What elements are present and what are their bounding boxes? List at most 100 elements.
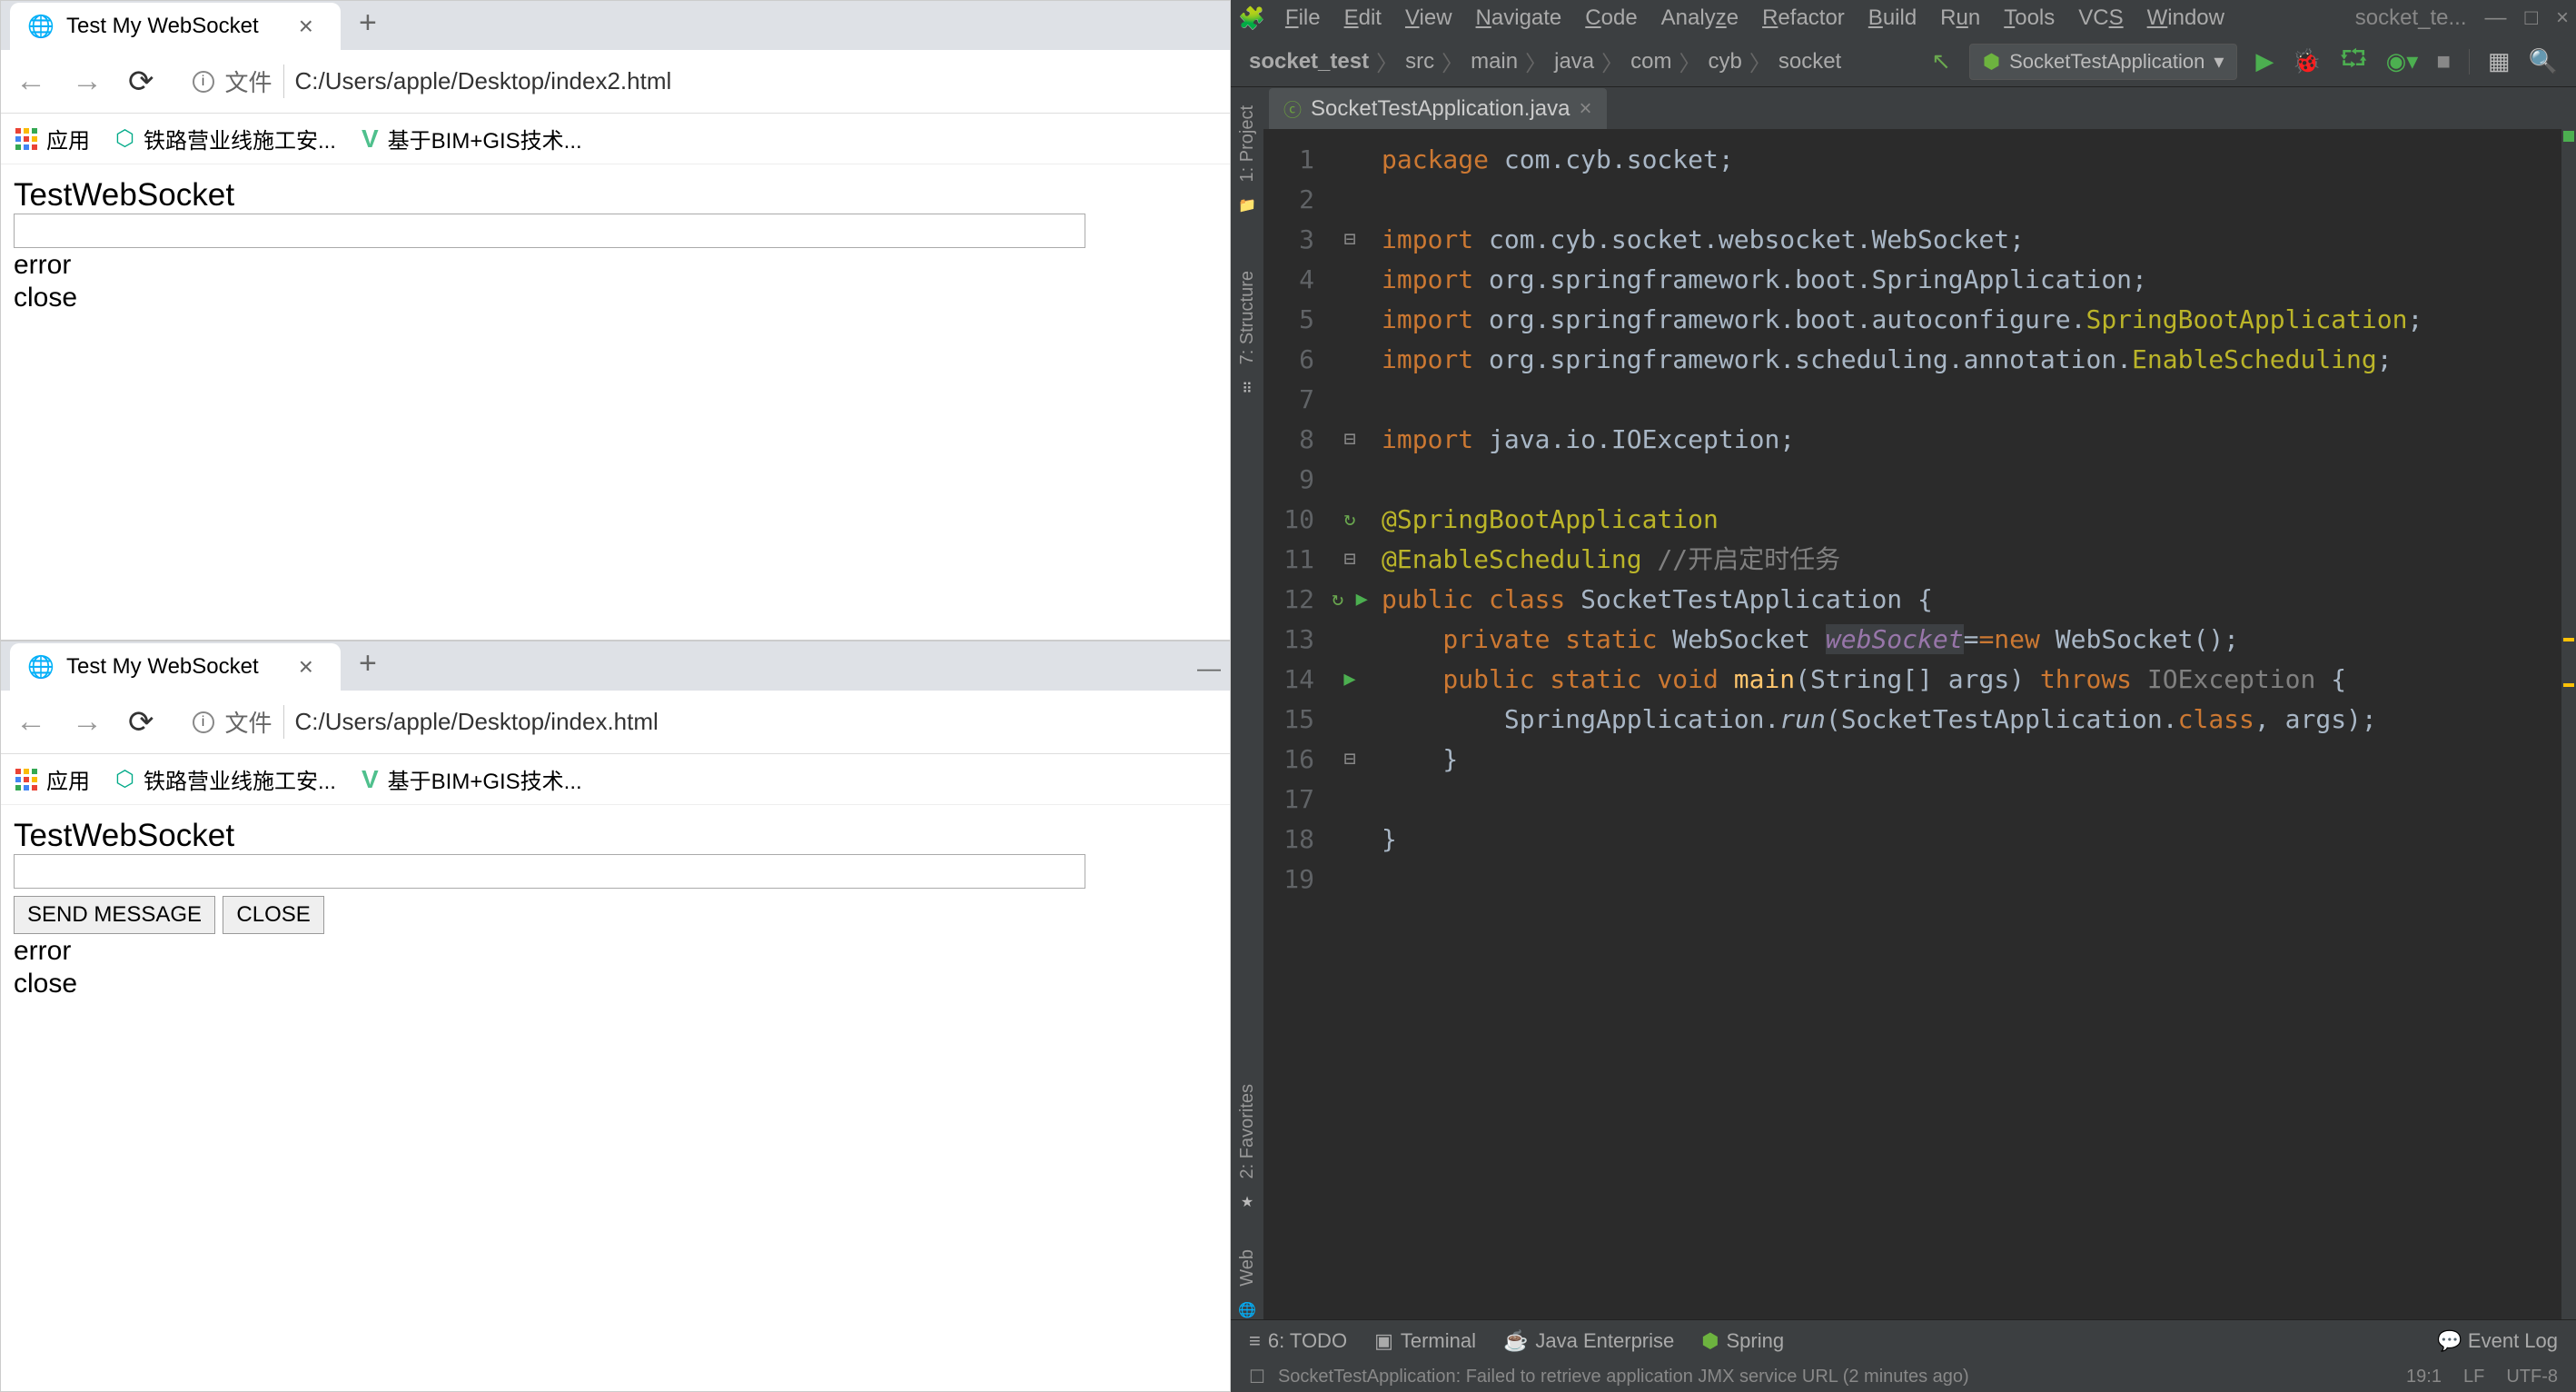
menu-file[interactable]: File: [1274, 5, 1332, 31]
menu-refactor[interactable]: Refactor: [1751, 5, 1856, 31]
menu-run[interactable]: Run: [1929, 5, 1991, 31]
bookmarks-bar: 应用 ⬡ 铁路营业线施工安... V 基于BIM+GIS技术...: [1, 114, 1230, 164]
new-tab-button[interactable]: +: [341, 5, 395, 50]
code-content[interactable]: package com.cyb.socket; import com.cyb.s…: [1372, 129, 2576, 1319]
browser-tab[interactable]: 🌐 Test My WebSocket ×: [10, 643, 341, 691]
menu-analyze[interactable]: Analyze: [1650, 5, 1749, 31]
coverage-button[interactable]: ⮔: [2340, 42, 2368, 82]
menu-edit[interactable]: Edit: [1333, 5, 1392, 31]
page-body: TestWebSocket error close: [1, 164, 1230, 640]
warning-marker[interactable]: [2563, 638, 2574, 641]
close-button[interactable]: CLOSE: [223, 896, 323, 934]
encoding[interactable]: UTF-8: [2506, 1367, 2558, 1387]
breadcrumb-item[interactable]: socket: [1778, 49, 1841, 75]
back-button[interactable]: ←: [15, 704, 46, 740]
apps-button[interactable]: 应用: [15, 763, 90, 795]
event-log-button[interactable]: 💬 Event Log: [2437, 1329, 2558, 1353]
project-tool-button[interactable]: 1: Project: [1237, 96, 1258, 191]
breadcrumb-item[interactable]: cyb: [1708, 49, 1741, 75]
javaee-tool-button[interactable]: ☕Java Enterprise: [1503, 1329, 1674, 1353]
ide-logo-icon: 🧩: [1238, 5, 1265, 32]
run-gutter-icon[interactable]: ▶: [1327, 660, 1372, 700]
tool-windows-toggle[interactable]: ☐: [1249, 1366, 1265, 1388]
spring-tool-button[interactable]: ⬢Spring: [1701, 1329, 1784, 1353]
menu-build[interactable]: Build: [1858, 5, 1927, 31]
terminal-tool-button[interactable]: ▣Terminal: [1374, 1329, 1476, 1353]
breadcrumb-item[interactable]: com: [1630, 49, 1671, 75]
close-icon[interactable]: ×: [299, 12, 313, 41]
menu-code[interactable]: Code: [1574, 5, 1648, 31]
page-body: TestWebSocket SEND MESSAGE CLOSE error c…: [1, 805, 1230, 1391]
reload-button[interactable]: ⟳: [128, 64, 154, 100]
status-bar: ☐ SocketTestApplication: Failed to retri…: [1231, 1361, 2576, 1392]
close-icon[interactable]: ×: [1580, 96, 1592, 122]
minimize-button[interactable]: —: [2484, 5, 2506, 31]
todo-tool-button[interactable]: ≡6: TODO: [1249, 1329, 1347, 1353]
web-icon: 🌐: [1238, 1301, 1256, 1319]
ide-toolbar: socket_test〉 src〉 main〉 java〉 com〉 cyb〉 …: [1231, 36, 2576, 87]
forward-button[interactable]: →: [72, 64, 103, 99]
editor-tab-label: SocketTestApplication.java: [1311, 96, 1570, 122]
warning-marker[interactable]: [2563, 683, 2574, 687]
apps-icon: [15, 769, 37, 790]
search-button[interactable]: 🔍: [2529, 47, 2558, 75]
code-editor[interactable]: 123 456 789 101112 131415 161718 19 ⊟ ⊟ …: [1263, 129, 2576, 1319]
breadcrumb-item[interactable]: main: [1471, 49, 1518, 75]
address-bar[interactable]: i 文件 C:/Users/apple/Desktop/index2.html: [180, 59, 1216, 104]
debug-button[interactable]: 🐞: [2292, 47, 2321, 75]
info-icon[interactable]: i: [193, 71, 214, 93]
profile-button[interactable]: ◉▾: [2386, 47, 2419, 75]
editor-tab-bar: ⓒ SocketTestApplication.java ×: [1263, 87, 2576, 129]
close-icon[interactable]: ×: [299, 652, 313, 681]
caret-position[interactable]: 19:1: [2406, 1367, 2442, 1387]
run-button[interactable]: ▶: [2255, 47, 2274, 75]
run-gutter-icon[interactable]: ▶: [1356, 588, 1368, 611]
spring-bean-icon[interactable]: ↻: [1332, 588, 1343, 611]
menu-window[interactable]: Window: [2136, 5, 2235, 31]
bookmark-1[interactable]: ⬡ 铁路营业线施工安...: [115, 763, 336, 795]
stop-button[interactable]: ■: [2436, 47, 2451, 75]
menu-view[interactable]: View: [1394, 5, 1463, 31]
forward-button[interactable]: →: [72, 704, 103, 740]
minimize-button[interactable]: —: [1197, 654, 1221, 682]
back-nav-icon[interactable]: ↖: [1931, 47, 1951, 75]
line-separator[interactable]: LF: [2463, 1367, 2484, 1387]
structure-tool-button[interactable]: 7: Structure: [1237, 262, 1258, 373]
info-icon[interactable]: i: [193, 711, 214, 733]
menu-navigate[interactable]: Navigate: [1465, 5, 1573, 31]
apps-button[interactable]: 应用: [15, 123, 90, 154]
layout-button[interactable]: ▦: [2488, 47, 2511, 75]
browser-tab[interactable]: 🌐 Test My WebSocket ×: [10, 3, 341, 50]
folder-icon: 📁: [1238, 196, 1256, 214]
bookmark-1[interactable]: ⬡ 铁路营业线施工安...: [115, 123, 336, 154]
bookmark-label: 铁路营业线施工安...: [144, 123, 336, 154]
favorites-tool-button[interactable]: 2: Favorites: [1237, 1075, 1258, 1188]
run-config-dropdown[interactable]: ⬢ SocketTestApplication ▾: [1969, 44, 2238, 80]
menu-vcs[interactable]: VCS: [2067, 5, 2134, 31]
breadcrumb-item[interactable]: socket_test: [1249, 49, 1369, 75]
error-stripe[interactable]: [2561, 129, 2576, 1319]
bookmark-2[interactable]: V 基于BIM+GIS技术...: [362, 123, 582, 154]
message-input[interactable]: [14, 214, 1085, 248]
inspection-indicator[interactable]: [2563, 131, 2574, 142]
reload-button[interactable]: ⟳: [128, 704, 154, 741]
maximize-button[interactable]: □: [2524, 5, 2538, 31]
menu-tools[interactable]: Tools: [1993, 5, 2066, 31]
address-bar[interactable]: i 文件 C:/Users/apple/Desktop/index.html: [180, 700, 1216, 744]
spring-bean-icon[interactable]: ↻: [1327, 500, 1372, 540]
output-line: close: [14, 969, 1217, 999]
breadcrumb-item[interactable]: java: [1554, 49, 1594, 75]
bookmark-2[interactable]: V 基于BIM+GIS技术...: [362, 763, 582, 795]
new-tab-button[interactable]: +: [341, 646, 395, 691]
output-line: error: [14, 250, 1217, 281]
send-message-button[interactable]: SEND MESSAGE: [14, 896, 215, 934]
close-button[interactable]: ×: [2556, 5, 2569, 31]
breadcrumb-item[interactable]: src: [1405, 49, 1434, 75]
file-label: 文件: [225, 705, 284, 739]
web-tool-button[interactable]: Web: [1237, 1240, 1258, 1296]
gutter-icon-column: ⊟ ⊟ ↻ ⊟ ↻ ▶ ▶ ⊟: [1327, 129, 1372, 1319]
editor-tab[interactable]: ⓒ SocketTestApplication.java ×: [1269, 88, 1607, 129]
message-input[interactable]: [14, 854, 1085, 889]
file-label: 文件: [225, 65, 284, 98]
back-button[interactable]: ←: [15, 64, 46, 99]
